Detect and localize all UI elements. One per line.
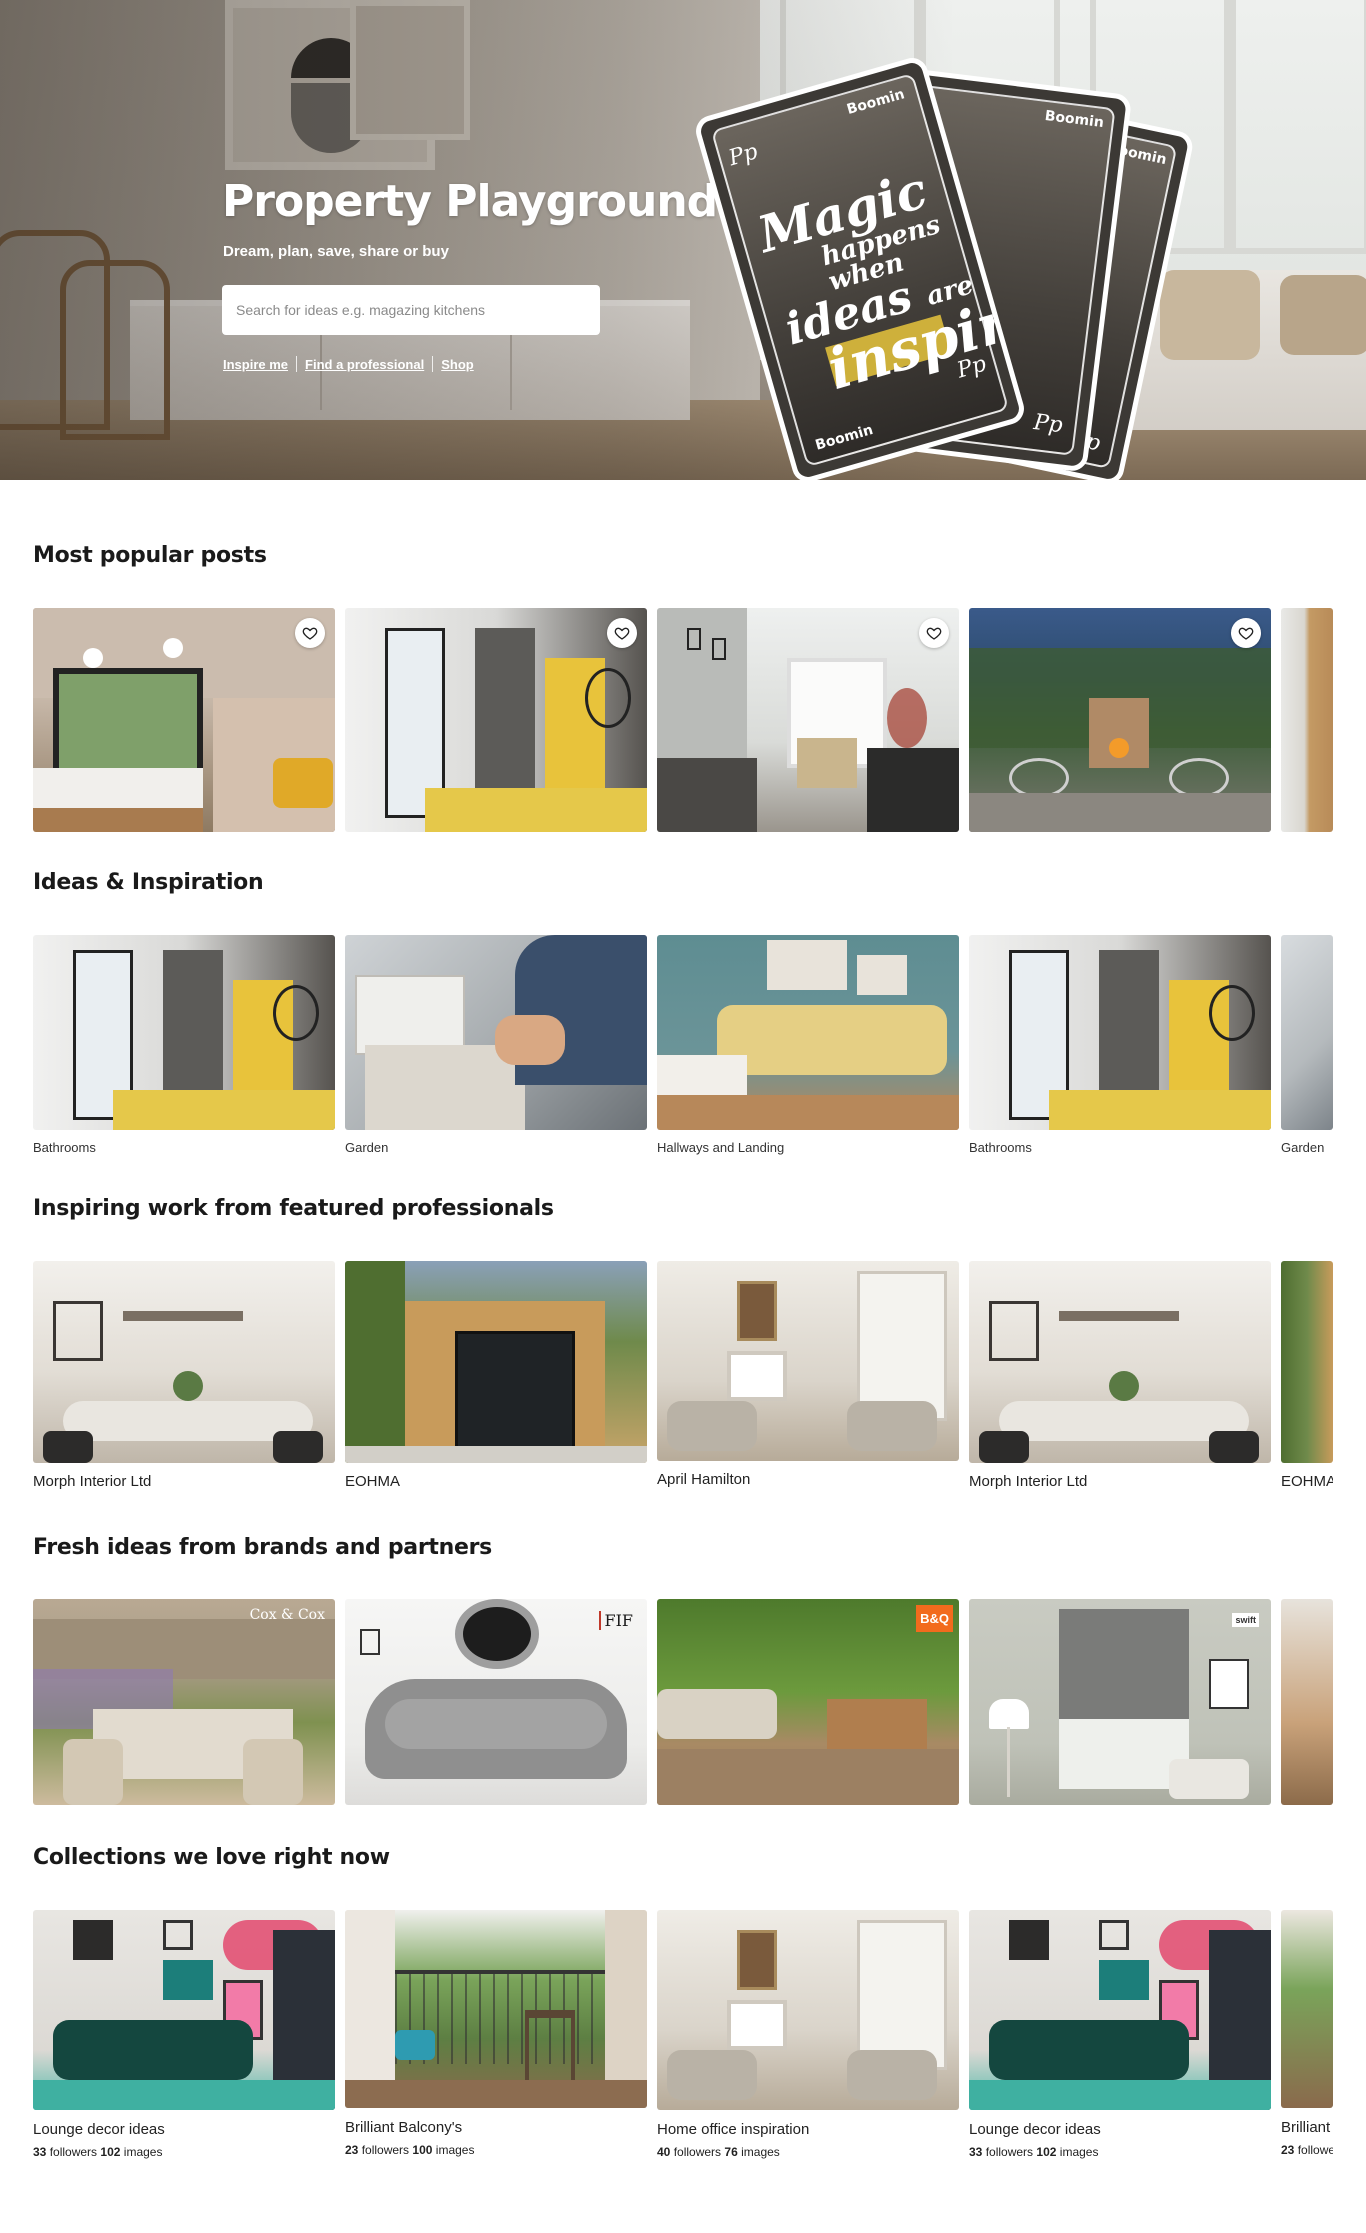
collection-tile-home-office[interactable]	[657, 1910, 959, 2110]
idea-tile-bathrooms[interactable]	[33, 935, 335, 1130]
pro-tile-eohma[interactable]	[345, 1261, 647, 1463]
pro-tile-morph[interactable]	[33, 1261, 335, 1463]
idea-tile-garden-2[interactable]	[1281, 935, 1333, 1130]
collection-meta: 23 followers 100 images	[1281, 2143, 1333, 2157]
hero-links: Inspire me Find a professional Shop	[223, 356, 474, 372]
section-title-ideas: Ideas & Inspiration	[33, 870, 264, 895]
section-title-professionals: Inspiring work from featured professiona…	[33, 1196, 554, 1221]
popular-post-bathroom[interactable]	[345, 608, 647, 832]
shop-link[interactable]: Shop	[441, 357, 474, 372]
idea-caption: Garden	[1281, 1140, 1325, 1155]
brand-tile-partial[interactable]	[1281, 1599, 1333, 1805]
brand-badge-cox-and-cox: Cox & Cox	[249, 1607, 325, 1623]
brand-tile-cox-and-cox[interactable]: Cox & Cox	[33, 1599, 335, 1805]
save-post-button[interactable]	[1231, 618, 1261, 648]
pro-tile-eohma-2[interactable]	[1281, 1261, 1333, 1463]
save-post-button[interactable]	[295, 618, 325, 648]
heart-icon	[1238, 627, 1254, 640]
collection-tile-lounge-2[interactable]	[969, 1910, 1271, 2110]
brand-tile-bq[interactable]: B&Q	[657, 1599, 959, 1805]
pro-caption: EOHMA	[345, 1473, 401, 1490]
collection-meta: 40 followers 76 images	[657, 2145, 780, 2159]
section-title-brands: Fresh ideas from brands and partners	[33, 1535, 492, 1560]
pro-caption: Morph Interior Ltd	[33, 1473, 152, 1490]
collection-title: Lounge decor ideas	[969, 2121, 1101, 2138]
collection-title: Brilliant Balcony's	[1281, 2119, 1333, 2136]
search-input[interactable]	[222, 285, 600, 335]
heart-icon	[302, 627, 318, 640]
popular-post-kitchen-2[interactable]	[657, 608, 959, 832]
collection-tile-balcony-2[interactable]	[1281, 1910, 1333, 2108]
collection-meta: 33 followers 102 images	[33, 2145, 163, 2159]
idea-tile-hallways[interactable]	[657, 935, 959, 1130]
collection-tile-lounge[interactable]	[33, 1910, 335, 2110]
brand-badge-swift: swift	[1232, 1613, 1259, 1627]
section-title-collections: Collections we love right now	[33, 1845, 390, 1870]
idea-caption: Garden	[345, 1140, 389, 1155]
collection-title: Lounge decor ideas	[33, 2121, 165, 2138]
idea-caption: Hallways and Landing	[657, 1140, 785, 1155]
idea-caption: Bathrooms	[969, 1140, 1032, 1155]
link-divider	[432, 356, 434, 372]
idea-tile-bathrooms-2[interactable]	[969, 935, 1271, 1130]
save-post-button[interactable]	[919, 618, 949, 648]
page-title: Property Playground	[222, 176, 718, 227]
brand-badge-bq: B&Q	[916, 1605, 953, 1632]
collection-meta: 23 followers 100 images	[345, 2143, 475, 2157]
pro-caption: EOHMA	[1281, 1473, 1333, 1490]
brand-tile-fif[interactable]: FIF	[345, 1599, 647, 1805]
collection-title: Home office inspiration	[657, 2121, 810, 2138]
heart-icon	[926, 627, 942, 640]
hero-banner: Property Playground Dream, plan, save, s…	[0, 0, 1366, 480]
pro-tile-april-hamilton[interactable]	[657, 1261, 959, 1461]
brand-badge-fif: FIF	[599, 1611, 633, 1630]
pro-caption: Morph Interior Ltd	[969, 1473, 1088, 1490]
link-divider	[296, 356, 298, 372]
popular-post-partial[interactable]	[1281, 608, 1333, 832]
idea-caption: Bathrooms	[33, 1140, 96, 1155]
promo-cards: Boomin Pp Boomin Pp Boomin Boomin Pp Pp …	[692, 50, 1220, 480]
pro-caption: April Hamilton	[657, 1471, 751, 1488]
save-post-button[interactable]	[607, 618, 637, 648]
popular-post-kitchen[interactable]	[33, 608, 335, 832]
collection-tile-balcony[interactable]	[345, 1910, 647, 2108]
brand-tile-swift[interactable]: swift	[969, 1599, 1271, 1805]
inspire-me-link[interactable]: Inspire me	[223, 357, 288, 372]
collection-meta: 33 followers 102 images	[969, 2145, 1099, 2159]
hero-subtitle: Dream, plan, save, share or buy	[223, 243, 449, 260]
pro-tile-morph-2[interactable]	[969, 1261, 1271, 1463]
collection-title: Brilliant Balcony's	[345, 2119, 463, 2136]
section-title-popular: Most popular posts	[33, 543, 267, 568]
heart-icon	[614, 627, 630, 640]
popular-post-garden[interactable]	[969, 608, 1271, 832]
idea-tile-garden[interactable]	[345, 935, 647, 1130]
find-professional-link[interactable]: Find a professional	[305, 357, 424, 372]
